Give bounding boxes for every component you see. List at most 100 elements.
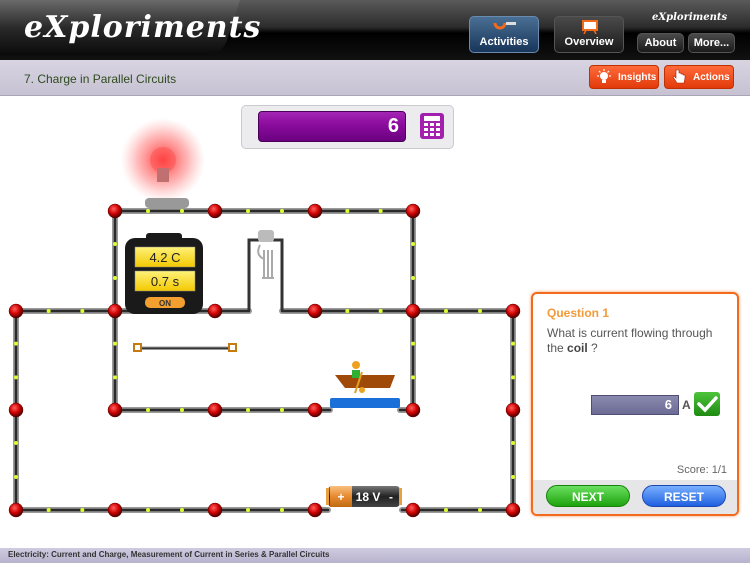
about-button[interactable]: About <box>637 33 684 53</box>
circuit-node[interactable] <box>307 303 323 319</box>
circuit-node[interactable] <box>505 502 521 518</box>
charge-particle <box>80 508 85 512</box>
circuit-node[interactable] <box>8 303 24 319</box>
question-footer: NEXT RESET <box>533 480 737 514</box>
charge-particle <box>113 242 117 246</box>
overview-label: Overview <box>564 36 614 48</box>
charge-particle <box>146 209 150 213</box>
question-panel: Question 1 What is current flowing throu… <box>531 292 739 516</box>
charge-particle <box>14 375 18 380</box>
circuit-node[interactable] <box>505 402 521 418</box>
circuit-node[interactable] <box>405 203 421 219</box>
charge-meter[interactable]: 4.2 C 0.7 s ON <box>125 233 203 314</box>
charge-particle <box>444 508 448 512</box>
charge-particle <box>180 408 184 412</box>
meter-charge-reading: 4.2 C <box>149 250 180 265</box>
top-bar: eXploriments Activities Overview eXplori… <box>0 0 750 60</box>
circuit-node[interactable] <box>307 502 323 518</box>
loose-wire[interactable] <box>133 343 237 352</box>
circuit-node[interactable] <box>207 402 223 418</box>
charge-particle <box>146 408 150 412</box>
insights-label: Insights <box>618 72 657 83</box>
charge-particle <box>280 209 284 213</box>
question-text: What is current flowing through the coil… <box>547 326 732 356</box>
battery-plus: + <box>337 490 344 504</box>
answer-unit: A <box>682 398 691 412</box>
circuit-node[interactable] <box>307 203 323 219</box>
charge-particle <box>411 276 415 280</box>
charge-particle <box>180 508 184 512</box>
charge-particle <box>246 408 250 412</box>
circuit-node[interactable] <box>505 303 521 319</box>
reset-button[interactable]: RESET <box>642 485 726 507</box>
answer-input[interactable]: 6 <box>591 395 679 415</box>
magnet-icon <box>493 22 516 30</box>
circuit-node[interactable] <box>207 303 223 319</box>
page-title: 7. Charge in Parallel Circuits <box>24 72 177 86</box>
circuit-board: 4.2 C 0.7 s ON + 18 V - <box>8 118 521 518</box>
checkmark-icon[interactable] <box>694 392 720 416</box>
circuit-node[interactable] <box>107 402 123 418</box>
battery-minus: - <box>389 490 393 504</box>
charge-particle <box>14 341 18 346</box>
footer-bar: Electricity: Current and Charge, Measure… <box>0 548 750 563</box>
circuit-node[interactable] <box>207 203 223 219</box>
overview-button[interactable]: Overview <box>554 16 624 53</box>
charge-particle <box>246 508 250 512</box>
charge-particle <box>511 375 515 380</box>
circuit-node[interactable] <box>207 502 223 518</box>
more-button[interactable]: More... <box>688 33 735 53</box>
lightbulb-icon <box>597 69 611 83</box>
charge-particle <box>511 341 515 346</box>
meter-on-switch[interactable]: ON <box>159 299 171 308</box>
circuit-node[interactable] <box>107 502 123 518</box>
charge-particle <box>14 441 18 445</box>
hand-pointer-icon <box>672 69 686 84</box>
score-text: Score: 1/1 <box>676 464 727 476</box>
circuit-node[interactable] <box>307 402 323 418</box>
charge-particle <box>478 309 482 313</box>
battery[interactable]: + 18 V - <box>326 486 402 507</box>
charge-particle <box>280 508 284 512</box>
charge-particle <box>180 209 184 213</box>
question-text-suffix: ? <box>587 341 598 355</box>
charge-particle <box>478 508 482 512</box>
charge-particle <box>345 309 350 313</box>
insights-button[interactable]: Insights <box>589 65 659 89</box>
charge-particle <box>46 309 51 313</box>
boat-component[interactable] <box>330 361 400 408</box>
circuit-node[interactable] <box>107 203 123 219</box>
circuit-node[interactable] <box>405 402 421 418</box>
circuit-node[interactable] <box>107 303 123 319</box>
charge-particle <box>46 508 51 512</box>
circuit-node[interactable] <box>8 502 24 518</box>
light-bulb[interactable] <box>121 118 205 208</box>
circuit-node[interactable] <box>8 402 24 418</box>
actions-button[interactable]: Actions <box>664 65 734 89</box>
easel-icon <box>582 20 598 34</box>
actions-label: Actions <box>693 72 730 83</box>
circuit-node[interactable] <box>405 303 421 319</box>
meter-time-reading: 0.7 s <box>151 274 180 289</box>
circuit-node[interactable] <box>405 502 421 518</box>
question-text-subject: coil <box>567 341 588 355</box>
charge-particle <box>511 441 515 445</box>
charge-particle <box>345 209 350 213</box>
coil-component[interactable] <box>247 230 284 310</box>
charge-particle <box>511 475 515 479</box>
charge-particle <box>113 341 117 346</box>
charge-particle <box>113 375 117 380</box>
battery-voltage: 18 V <box>356 490 381 504</box>
mini-logo: eXploriments <box>652 12 728 23</box>
app-logo: eXploriments <box>24 10 262 45</box>
checkmark-glyph <box>697 396 718 413</box>
charge-particle <box>411 242 415 246</box>
next-button[interactable]: NEXT <box>546 485 630 507</box>
charge-particle <box>411 375 415 380</box>
charge-particle <box>378 209 383 213</box>
charge-particle <box>444 309 448 313</box>
activities-button[interactable]: Activities <box>469 16 539 53</box>
footer-text: Electricity: Current and Charge, Measure… <box>8 550 330 559</box>
charge-particle <box>378 309 383 313</box>
charge-particle <box>14 475 18 479</box>
